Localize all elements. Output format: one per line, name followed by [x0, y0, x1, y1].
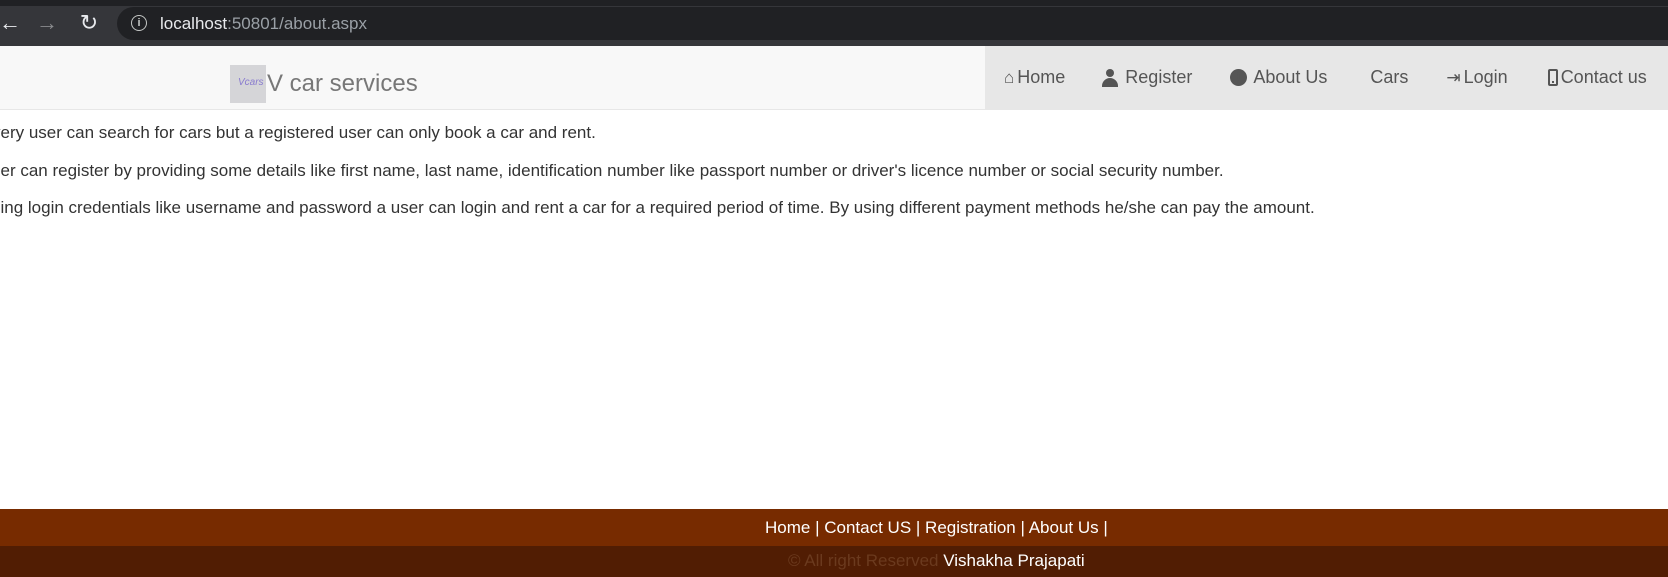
login-icon: ⇥	[1446, 67, 1461, 87]
footer-link-contact[interactable]: Contact US	[824, 518, 911, 537]
footer-link-home[interactable]: Home	[765, 518, 810, 537]
info-icon: !	[1230, 69, 1248, 86]
nav-login-label: Login	[1463, 67, 1508, 87]
nav-home[interactable]: ⌂ Home	[1004, 67, 1065, 88]
footer-separator: |	[911, 518, 926, 537]
user-icon	[1102, 68, 1119, 87]
nav-contact[interactable]: Contact us	[1547, 67, 1647, 88]
footer-links: Home | Contact US | Registration | About…	[765, 518, 1108, 538]
logo-text: Vcars	[238, 77, 264, 88]
footer-links-bar: Home | Contact US | Registration | About…	[0, 509, 1668, 546]
back-icon[interactable]: ←	[0, 10, 24, 36]
tab-strip	[0, 0, 1668, 6]
nav-register[interactable]: Register	[1102, 67, 1192, 88]
nav-cars[interactable]: Cars	[1370, 67, 1408, 88]
url-host: localhost	[160, 14, 228, 33]
reload-icon[interactable]: ↻	[75, 10, 103, 36]
site-navbar: Vcars V car services ⌂ Home Register ! A…	[0, 46, 1668, 110]
nav-home-label: Home	[1017, 67, 1066, 87]
logo-image: Vcars	[230, 65, 266, 103]
footer-separator: |	[810, 518, 825, 537]
browser-toolbar: ← → ↻ i localhost:50801/about.aspx	[0, 0, 1668, 46]
url-text[interactable]: localhost:50801/about.aspx	[160, 14, 367, 34]
footer-separator: |	[1015, 518, 1029, 537]
nav-about-label: About Us	[1253, 67, 1328, 87]
url-path: :50801/about.aspx	[227, 14, 368, 33]
footer-copyright-bar: © All right Reserved Vishakha Prajapati	[0, 546, 1668, 577]
site-info-icon[interactable]: i	[131, 15, 147, 31]
footer-link-registration[interactable]: Registration	[925, 518, 1016, 537]
about-paragraph: very user can search for cars but a regi…	[0, 123, 596, 142]
forward-icon[interactable]: →	[33, 10, 61, 36]
author-name: Vishakha Prajapati	[943, 551, 1085, 570]
about-paragraph: sing login credentials like username and…	[0, 198, 1315, 217]
nav-register-label: Register	[1125, 67, 1193, 87]
nav-about[interactable]: ! About Us	[1230, 67, 1327, 88]
copyright-text: © All right Reserved	[788, 551, 944, 570]
main-nav: ⌂ Home Register ! About Us Cars ⇥ Login …	[985, 46, 1668, 109]
home-icon: ⌂	[1004, 67, 1015, 87]
brand-title: V car services	[267, 70, 418, 97]
phone-icon	[1547, 69, 1558, 86]
address-bar[interactable]: i localhost:50801/about.aspx	[117, 7, 1668, 40]
footer-separator: |	[1098, 518, 1108, 537]
about-paragraph: ser can register by providing some detai…	[0, 161, 1224, 180]
brand[interactable]: Vcars V car services	[230, 65, 418, 103]
copyright: © All right Reserved Vishakha Prajapati	[788, 551, 1085, 571]
footer-link-about[interactable]: About Us	[1029, 518, 1099, 537]
nav-contact-label: Contact us	[1560, 67, 1647, 87]
nav-login[interactable]: ⇥ Login	[1446, 67, 1507, 88]
nav-cars-label: Cars	[1370, 67, 1409, 87]
